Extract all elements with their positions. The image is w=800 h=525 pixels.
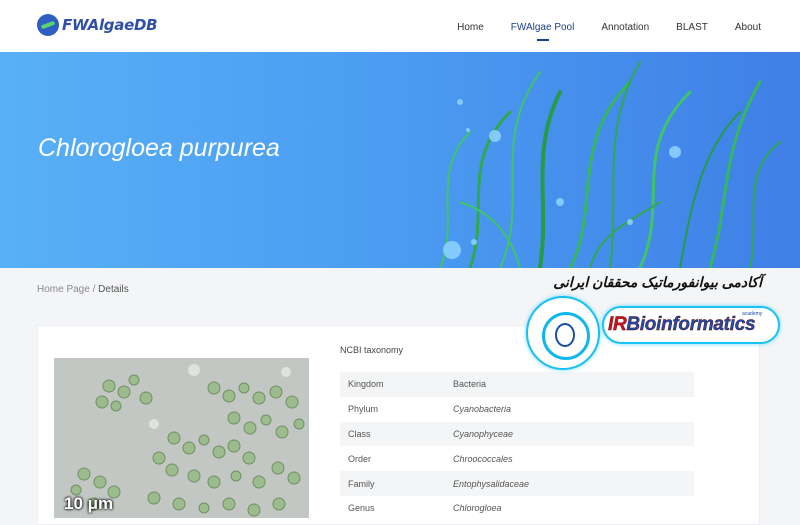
breadcrumb-home-link[interactable]: Home Page	[37, 284, 90, 295]
taxonomy-rank: Phylum	[348, 404, 379, 415]
taxonomy-rank: Order	[348, 453, 372, 464]
table-row: Genus Chlorogloea	[340, 496, 694, 521]
nav-about[interactable]: About	[735, 22, 761, 33]
nav-annotation[interactable]: Annotation	[601, 22, 649, 33]
table-row: Family Entophysalidaceae	[340, 471, 694, 496]
breadcrumb: Home Page / Details	[37, 284, 129, 295]
irbioinformatics-watermark: آکادمی بیوانفورماتیک محققان ایرانی IRBio…	[520, 270, 800, 380]
nav-fwalgae-pool[interactable]: FWAlgae Pool	[511, 22, 574, 41]
taxonomy-value: Cyanophyceae	[453, 428, 514, 439]
taxonomy-rank: Genus	[348, 503, 375, 514]
site-logo[interactable]: FWAlgaeDB	[37, 14, 158, 36]
taxonomy-value: Cyanobacteria	[453, 404, 512, 415]
breadcrumb-separator: /	[89, 284, 99, 295]
taxonomy-value: Chroococcales	[453, 453, 513, 464]
scale-bar-label: 10 μm	[64, 494, 114, 513]
hero-banner: Chlorogloea purpurea	[0, 52, 800, 268]
taxonomy-rank: Kingdom	[348, 379, 384, 390]
top-navbar: FWAlgaeDB Home FWAlgae Pool Annotation B…	[0, 0, 800, 52]
watermark-brand-ir: IR	[608, 314, 627, 335]
taxonomy-rank: Family	[348, 478, 375, 489]
watermark-brand: IRBioinformatics	[608, 314, 756, 336]
breadcrumb-current: Details	[98, 284, 129, 295]
table-row: Order Chroococcales	[340, 446, 694, 471]
taxonomy-table: Kingdom Bacteria Phylum Cyanobacteria Cl…	[340, 372, 694, 521]
species-title: Chlorogloea purpurea	[38, 134, 280, 162]
watermark-badge-icon	[526, 296, 600, 370]
dna-logo-icon	[37, 14, 59, 36]
nav-home[interactable]: Home	[457, 22, 484, 33]
taxonomy-value: Entophysalidaceae	[453, 478, 530, 489]
watermark-brand-rest: Bioinformatics	[626, 314, 756, 335]
watermark-persian-text: آکادمی بیوانفورماتیک محققان ایرانی	[553, 274, 762, 290]
seaweed-illustration	[439, 61, 781, 268]
table-row: Phylum Cyanobacteria	[340, 397, 694, 422]
micrograph-image: 10 μm	[54, 358, 309, 518]
taxonomy-value: Chlorogloea	[453, 503, 502, 514]
table-row: Class Cyanophyceae	[340, 421, 694, 447]
main-menu: Home FWAlgae Pool Annotation BLAST About	[430, 22, 761, 41]
taxonomy-rank: Class	[348, 428, 371, 439]
taxonomy-heading: NCBI taxonomy	[340, 345, 404, 355]
site-logo-text: FWAlgaeDB	[62, 16, 158, 34]
nav-blast[interactable]: BLAST	[676, 22, 708, 33]
watermark-sub: academy	[742, 311, 763, 317]
